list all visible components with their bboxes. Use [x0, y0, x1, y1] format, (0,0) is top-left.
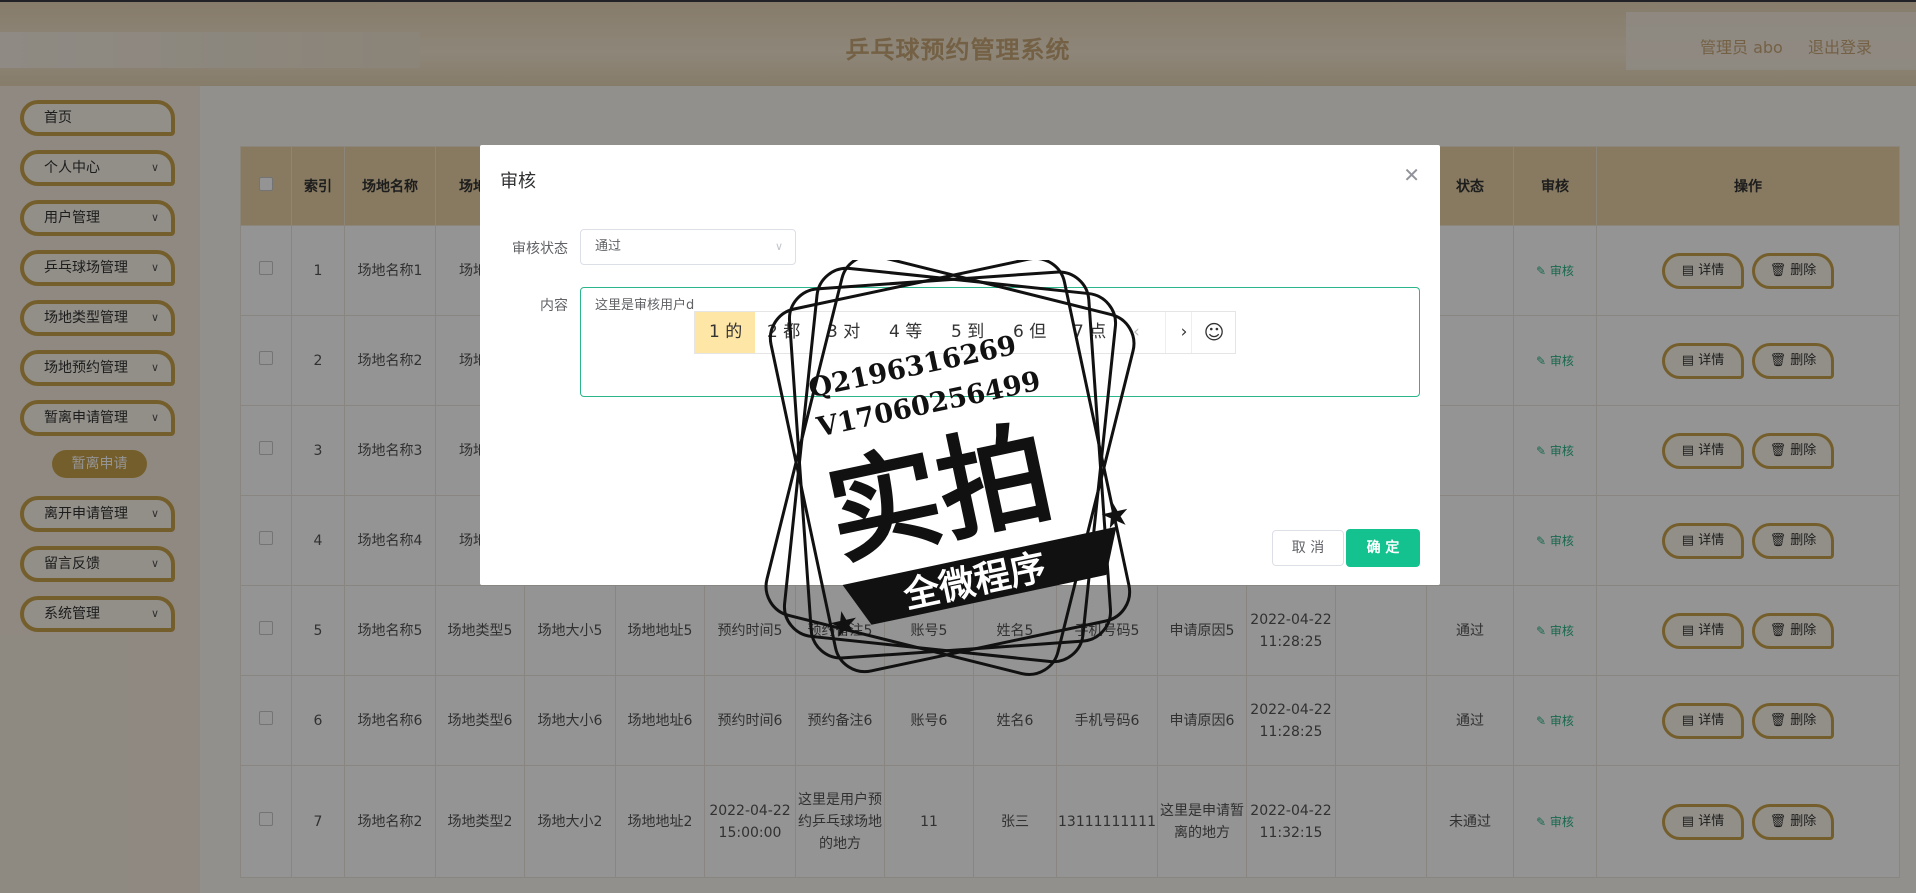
star-icon: ★: [825, 602, 863, 647]
content-label: 内容: [540, 298, 568, 314]
audit-status-label: 审核状态: [512, 241, 568, 257]
confirm-button[interactable]: 确 定: [1346, 529, 1420, 567]
emoji-icon[interactable]: ☺: [1191, 312, 1236, 353]
audit-status-value: 通过: [595, 239, 622, 254]
content-value: 这里是审核用户d: [595, 298, 695, 313]
watermark-stamp: Q2196316269 V17060256499 实拍 全微程序 ★ ★: [764, 260, 1136, 676]
dialog-title: 审核: [500, 171, 536, 192]
chevron-down-icon: ∨: [774, 240, 783, 253]
cancel-button[interactable]: 取 消: [1272, 530, 1344, 566]
close-icon[interactable]: ✕: [1403, 163, 1420, 187]
